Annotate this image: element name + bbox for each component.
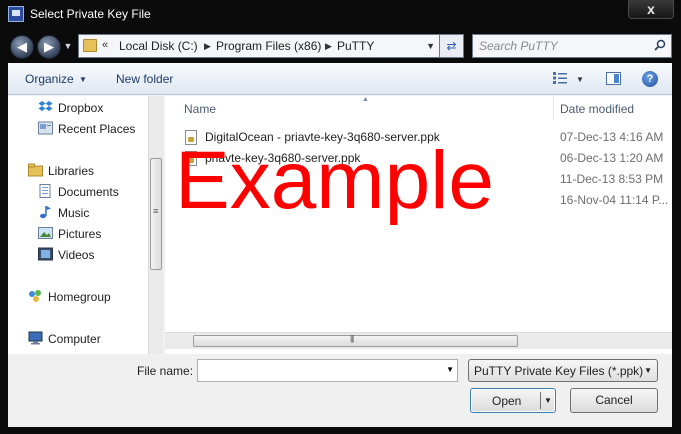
organize-button[interactable]: Organize: [25, 72, 74, 86]
split-divider: [540, 392, 541, 409]
recent-places-icon: [38, 121, 53, 135]
search-input[interactable]: [479, 39, 649, 53]
help-icon[interactable]: ?: [642, 71, 658, 87]
new-folder-button[interactable]: New folder: [116, 72, 173, 86]
window-title: Select Private Key File: [30, 7, 151, 21]
chevron-down-icon[interactable]: ▼: [426, 41, 435, 51]
close-button[interactable]: x: [628, 0, 674, 19]
chevron-right-icon[interactable]: ▶: [204, 41, 211, 52]
documents-icon: [39, 184, 51, 198]
search-box[interactable]: [472, 34, 672, 58]
libraries-icon: [28, 163, 43, 177]
nav-item-label: Pictures: [58, 227, 102, 241]
forward-button[interactable]: ▶: [37, 35, 61, 59]
nav-item-label: Computer: [48, 332, 101, 346]
open-button-label: Open: [492, 394, 522, 408]
nav-item-label: Libraries: [48, 164, 95, 178]
chevron-down-icon[interactable]: ▼: [446, 365, 454, 374]
homegroup-icon: [29, 290, 41, 302]
column-header-date-modified[interactable]: Date modified: [560, 102, 634, 116]
music-icon: [40, 206, 51, 219]
file-date: 11-Dec-13 8:53 PM: [560, 172, 664, 186]
back-button[interactable]: ◀: [10, 35, 34, 59]
refresh-button[interactable]: ⇄: [440, 34, 464, 58]
scrollbar-thumb[interactable]: [150, 158, 162, 270]
cancel-button[interactable]: Cancel: [570, 388, 658, 413]
file-name-label: File name:: [137, 364, 194, 378]
file-name-field[interactable]: ▼: [197, 359, 458, 382]
example-watermark: Example: [175, 135, 495, 226]
pictures-icon: [38, 227, 53, 239]
file-type-selected: PuTTY Private Key Files (*.ppk): [474, 364, 644, 378]
recent-locations-dropdown[interactable]: ▼: [63, 41, 73, 51]
file-list-horizontal-scrollbar[interactable]: [165, 332, 672, 349]
file-date: 16-Nov-04 11:14 P...: [560, 193, 669, 207]
nav-item-label: Documents: [58, 185, 119, 199]
file-date: 06-Dec-13 1:20 AM: [560, 151, 664, 165]
chevron-down-icon[interactable]: ▼: [79, 75, 87, 84]
nav-item-recent-places[interactable]: Recent Places: [8, 119, 148, 138]
dropbox-icon: [38, 101, 53, 111]
nav-item-label: Homegroup: [48, 290, 111, 304]
putty-app-icon: [8, 6, 24, 22]
file-date: 07-Dec-13 4:16 AM: [560, 130, 664, 144]
nav-item-documents[interactable]: Documents: [8, 182, 148, 201]
command-toolbar: Organize ▼ New folder ▼ ?: [8, 63, 672, 95]
nav-item-computer[interactable]: Computer: [8, 329, 148, 348]
file-type-select[interactable]: PuTTY Private Key Files (*.ppk) ▼: [468, 359, 658, 382]
chevron-right-icon[interactable]: ▶: [325, 41, 332, 52]
file-name-input[interactable]: [201, 363, 436, 378]
address-bar[interactable]: « Local Disk (C:) ▶ Program Files (x86) …: [78, 34, 440, 58]
computer-icon: [28, 331, 43, 345]
breadcrumb-putty[interactable]: PuTTY: [337, 39, 374, 53]
chevron-down-icon[interactable]: ▼: [544, 396, 552, 405]
breadcrumb-overflow[interactable]: «: [102, 39, 108, 51]
navigation-pane: Dropbox Recent Places Libraries Document…: [8, 96, 163, 354]
nav-item-libraries[interactable]: Libraries: [8, 161, 148, 180]
nav-item-label: Videos: [58, 248, 95, 262]
chevron-down-icon[interactable]: ▼: [576, 75, 584, 84]
nav-pane-scrollbar[interactable]: [148, 96, 163, 354]
open-button[interactable]: Open ▼: [470, 388, 556, 413]
change-view-icon[interactable]: [553, 72, 567, 84]
nav-item-pictures[interactable]: Pictures: [8, 224, 148, 243]
nav-item-label: Dropbox: [58, 101, 104, 115]
nav-item-dropbox[interactable]: Dropbox: [8, 98, 148, 117]
folder-icon: [83, 39, 97, 52]
breadcrumb-local-disk[interactable]: Local Disk (C:): [119, 39, 198, 53]
sort-ascending-icon: ▲: [362, 96, 369, 103]
nav-item-homegroup[interactable]: Homegroup: [8, 287, 148, 306]
title-bar: Select Private Key File x: [0, 0, 681, 30]
nav-item-label: Recent Places: [58, 122, 136, 136]
search-icon[interactable]: [654, 39, 666, 51]
breadcrumb-program-files[interactable]: Program Files (x86): [216, 39, 321, 53]
chevron-down-icon[interactable]: ▼: [644, 366, 652, 375]
nav-item-music[interactable]: Music: [8, 203, 148, 222]
column-divider[interactable]: [553, 96, 554, 120]
preview-pane-icon[interactable]: [606, 72, 621, 85]
nav-item-label: Music: [58, 206, 90, 220]
dialog-window: Select Private Key File x ◀ ▶ ▼ « Local …: [0, 0, 681, 434]
videos-icon: [38, 247, 53, 261]
scrollbar-thumb[interactable]: [193, 334, 518, 347]
column-header-name[interactable]: Name: [184, 102, 216, 116]
dialog-body: Organize ▼ New folder ▼ ? Dropbox Recent…: [8, 63, 672, 427]
nav-item-videos[interactable]: Videos: [8, 245, 148, 264]
